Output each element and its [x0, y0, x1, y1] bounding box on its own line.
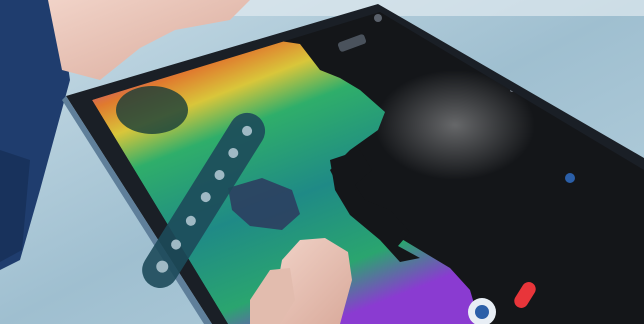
scan-object-blob	[116, 86, 188, 134]
settings-icon[interactable]	[374, 14, 382, 22]
action-button-inner	[475, 305, 489, 319]
photo-scene	[0, 0, 644, 324]
profile-dot-icon[interactable]	[565, 173, 575, 183]
